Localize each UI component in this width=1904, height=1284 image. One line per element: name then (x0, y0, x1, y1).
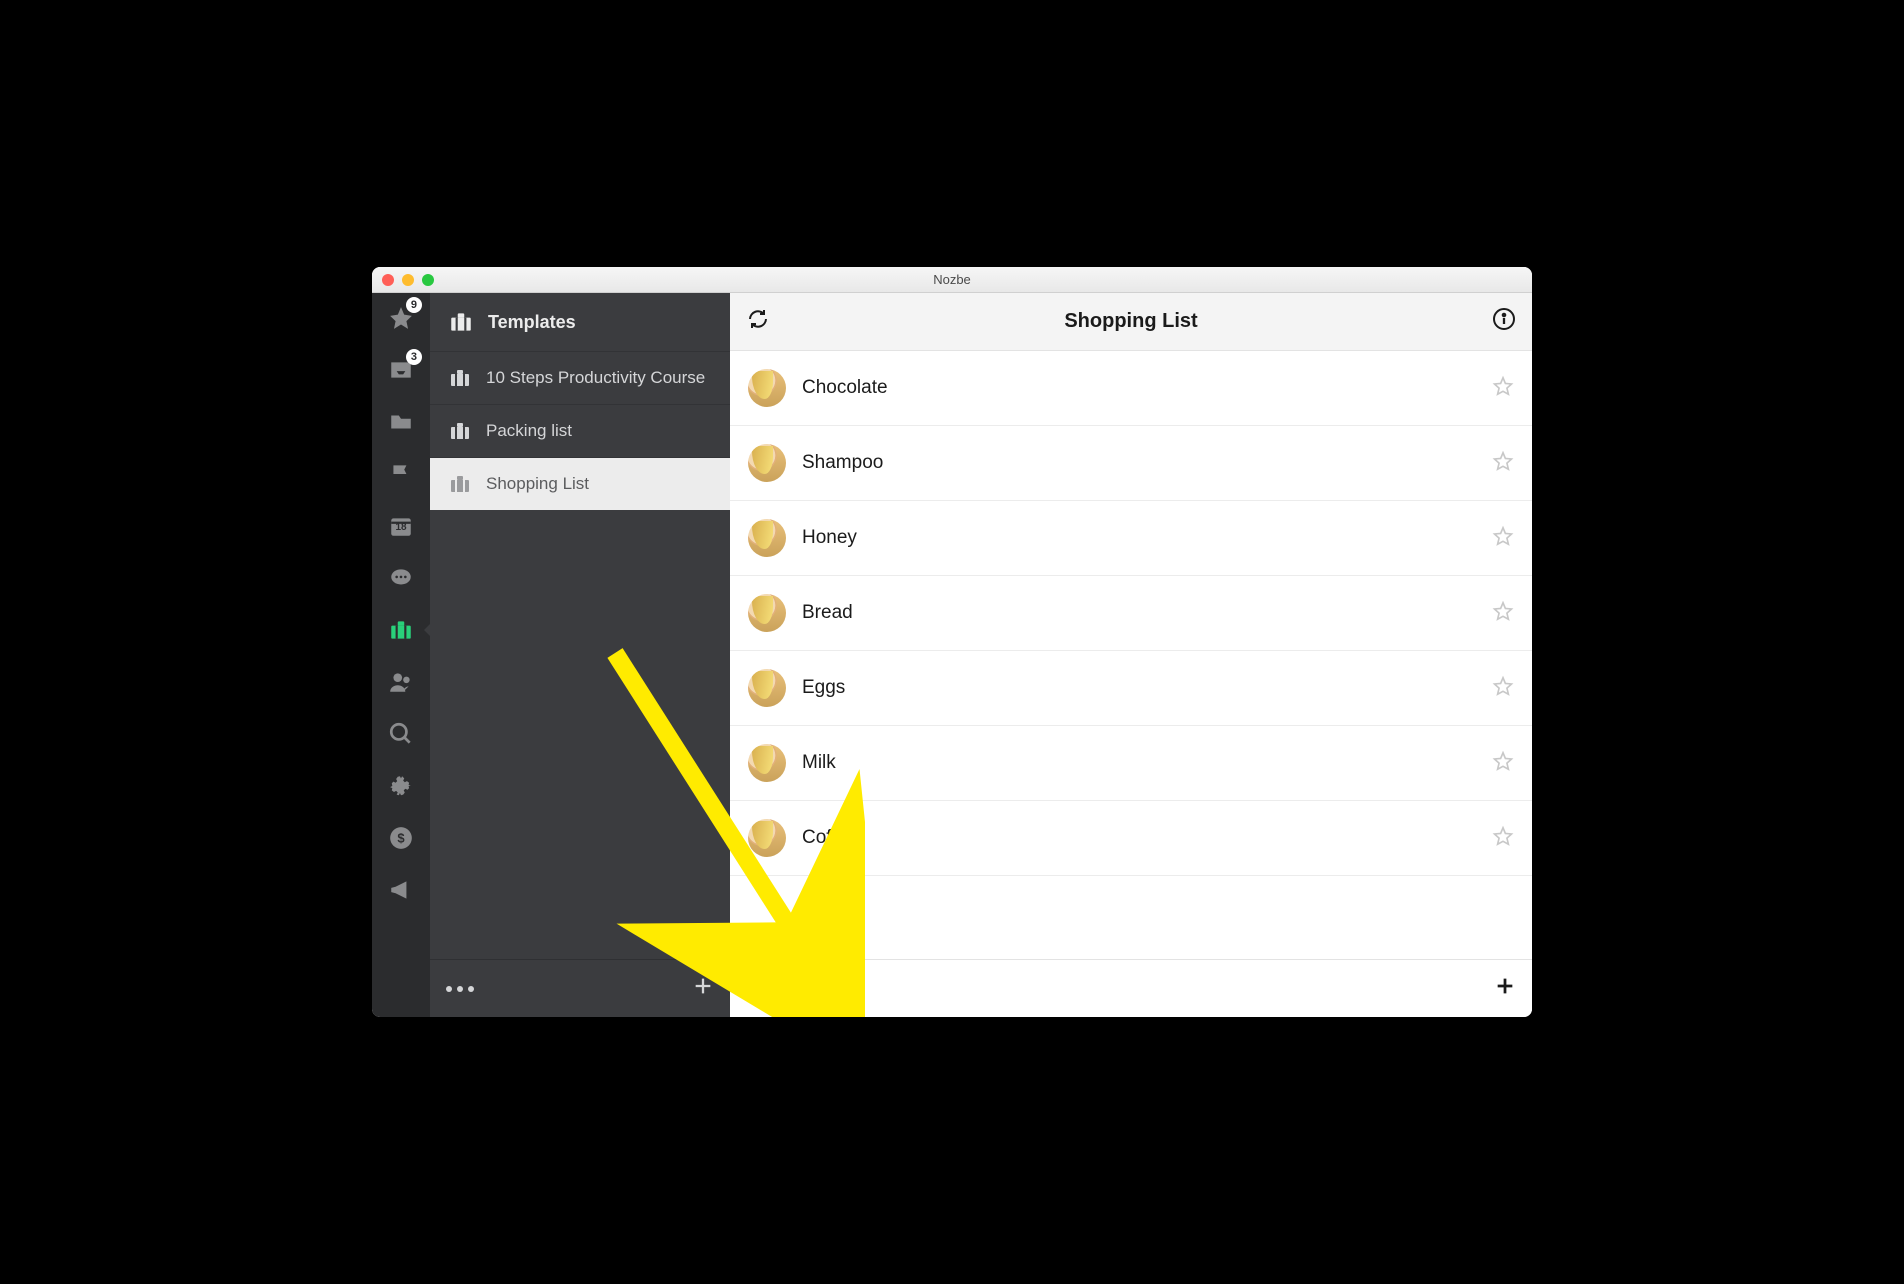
rail-announce[interactable] (386, 875, 416, 905)
briefcase-icon (388, 617, 414, 643)
task-name: Eggs (802, 677, 1492, 699)
add-task-button[interactable] (1494, 975, 1516, 1002)
add-template-button[interactable] (692, 975, 714, 1002)
info-button[interactable] (1492, 307, 1516, 336)
rail-templates[interactable] (386, 615, 416, 645)
task-star-button[interactable] (1492, 750, 1514, 777)
template-item[interactable]: 10 Steps Productivity Course (430, 351, 730, 404)
task-name: Shampoo (802, 452, 1492, 474)
task-row[interactable]: Eggs (730, 651, 1532, 726)
task-name: Chocolate (802, 377, 1492, 399)
briefcase-icon (448, 366, 472, 390)
task-name: Honey (802, 527, 1492, 549)
task-row[interactable]: Chocolate (730, 351, 1532, 426)
traffic-lights (382, 274, 434, 286)
sync-icon (746, 307, 770, 331)
task-star-button[interactable] (1492, 375, 1514, 402)
task-row[interactable]: Bread (730, 576, 1532, 651)
megaphone-icon (388, 877, 414, 903)
assignee-avatar (748, 819, 786, 857)
star-outline-icon (1492, 375, 1514, 397)
assignee-avatar (748, 744, 786, 782)
zoom-window-button[interactable] (422, 274, 434, 286)
gear-icon (388, 773, 414, 799)
rail-priority[interactable]: 9 (386, 303, 416, 333)
window-title: Nozbe (372, 272, 1532, 287)
tasks-panel: Shopping List Chocolate Shampoo Honey Br… (730, 293, 1532, 1017)
rail-calendar[interactable]: 18 (386, 511, 416, 541)
tasks-more-button[interactable] (746, 986, 774, 992)
task-row[interactable]: Shampoo (730, 426, 1532, 501)
rail-settings[interactable] (386, 771, 416, 801)
task-row[interactable]: Milk (730, 726, 1532, 801)
svg-text:$: $ (397, 830, 405, 845)
star-outline-icon (1492, 825, 1514, 847)
briefcase-icon (448, 419, 472, 443)
team-icon (388, 669, 414, 695)
templates-more-button[interactable] (446, 986, 474, 992)
task-name: Coffee (802, 827, 1492, 849)
rail-search[interactable] (386, 719, 416, 749)
templates-panel: Templates 10 Steps Productivity Course Pa… (430, 293, 730, 1017)
rail-team[interactable] (386, 667, 416, 697)
close-window-button[interactable] (382, 274, 394, 286)
template-label: Shopping List (486, 474, 589, 494)
star-outline-icon (1492, 600, 1514, 622)
search-icon (388, 721, 414, 747)
nav-rail: 9 3 18 (372, 293, 430, 1017)
template-label: 10 Steps Productivity Course (486, 368, 705, 388)
priority-badge: 9 (406, 297, 422, 313)
templates-list: 10 Steps Productivity Course Packing list… (430, 351, 730, 510)
star-outline-icon (1492, 450, 1514, 472)
task-list: Chocolate Shampoo Honey Bread Eggs Milk … (730, 351, 1532, 959)
inbox-badge: 3 (406, 349, 422, 365)
assignee-avatar (748, 594, 786, 632)
tasks-title: Shopping List (770, 310, 1492, 333)
rail-projects[interactable] (386, 407, 416, 437)
app-body: 9 3 18 (372, 293, 1532, 1017)
tasks-header: Shopping List (730, 293, 1532, 351)
star-outline-icon (1492, 525, 1514, 547)
minimize-window-button[interactable] (402, 274, 414, 286)
task-name: Milk (802, 752, 1492, 774)
task-star-button[interactable] (1492, 600, 1514, 627)
assignee-avatar (748, 444, 786, 482)
template-label: Packing list (486, 421, 572, 441)
templates-footer (430, 959, 730, 1017)
task-star-button[interactable] (1492, 825, 1514, 852)
task-name: Bread (802, 602, 1492, 624)
plus-icon (1494, 975, 1516, 997)
assignee-avatar (748, 519, 786, 557)
rail-account[interactable]: $ (386, 823, 416, 853)
rail-comments[interactable] (386, 563, 416, 593)
assignee-avatar (748, 369, 786, 407)
tasks-footer (730, 959, 1532, 1017)
task-row[interactable]: Honey (730, 501, 1532, 576)
flag-icon (388, 461, 414, 487)
task-row[interactable]: Coffee (730, 801, 1532, 876)
dollar-icon: $ (388, 825, 414, 851)
star-outline-icon (1492, 675, 1514, 697)
rail-inbox[interactable]: 3 (386, 355, 416, 385)
app-window: Nozbe 9 3 18 (372, 267, 1532, 1017)
calendar-icon (388, 513, 414, 539)
sync-button[interactable] (746, 307, 770, 336)
window-titlebar[interactable]: Nozbe (372, 267, 1532, 293)
rail-categories[interactable] (386, 459, 416, 489)
templates-title: Templates (488, 312, 576, 333)
plus-icon (692, 975, 714, 997)
task-star-button[interactable] (1492, 525, 1514, 552)
folder-icon (388, 409, 414, 435)
template-item[interactable]: Shopping List (430, 457, 730, 510)
template-item[interactable]: Packing list (430, 404, 730, 457)
task-star-button[interactable] (1492, 675, 1514, 702)
briefcase-icon (448, 472, 472, 496)
comments-icon (388, 565, 414, 591)
assignee-avatar (748, 669, 786, 707)
briefcase-icon (448, 309, 474, 335)
star-outline-icon (1492, 750, 1514, 772)
templates-header: Templates (430, 293, 730, 351)
info-icon (1492, 307, 1516, 331)
task-star-button[interactable] (1492, 450, 1514, 477)
